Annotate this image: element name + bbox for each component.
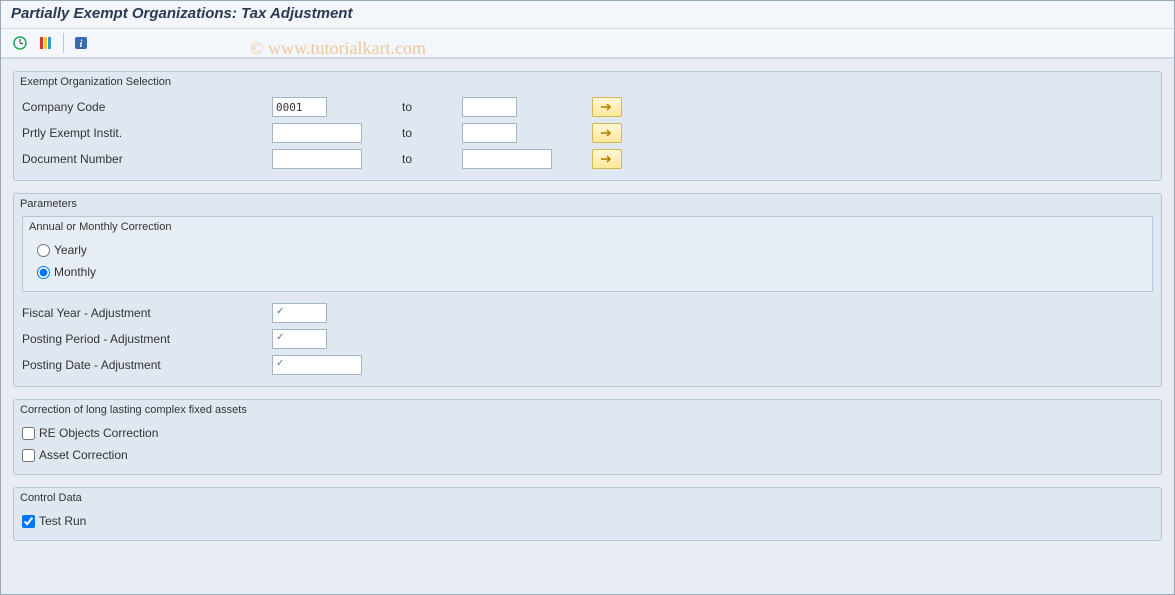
row-fiscal-year: Fiscal Year - Adjustment ✓	[22, 300, 1153, 326]
company-code-to-input[interactable]	[462, 97, 517, 117]
label-posting-date: Posting Date - Adjustment	[22, 358, 272, 372]
radio-monthly-label: Monthly	[54, 265, 96, 279]
check-row-asset-correction: Asset Correction	[22, 444, 1153, 466]
label-posting-period: Posting Period - Adjustment	[22, 332, 272, 346]
to-label: to	[402, 126, 462, 140]
radio-row-monthly: Monthly	[31, 261, 1144, 283]
variant-button[interactable]	[35, 33, 57, 53]
doc-number-multiselect-button[interactable]	[592, 149, 622, 169]
svg-text:i: i	[80, 39, 83, 50]
info-button[interactable]: i	[70, 33, 92, 53]
company-code-multiselect-button[interactable]	[592, 97, 622, 117]
row-posting-date: Posting Date - Adjustment ✓	[22, 352, 1153, 378]
row-posting-period: Posting Period - Adjustment ✓	[22, 326, 1153, 352]
posting-date-input[interactable]	[272, 355, 362, 375]
check-row-test-run: Test Run	[22, 510, 1153, 532]
prtly-exempt-to-input[interactable]	[462, 123, 517, 143]
radio-monthly[interactable]	[37, 266, 50, 279]
group-correction-assets: Correction of long lasting complex fixed…	[13, 399, 1162, 475]
to-label: to	[402, 152, 462, 166]
variant-icon	[38, 35, 54, 51]
arrow-right-icon	[600, 154, 614, 164]
prtly-exempt-multiselect-button[interactable]	[592, 123, 622, 143]
row-company-code: Company Code to	[22, 94, 1153, 120]
label-company-code: Company Code	[22, 100, 272, 114]
radio-yearly-label: Yearly	[54, 243, 87, 257]
execute-button[interactable]	[9, 33, 31, 53]
to-label: to	[402, 100, 462, 114]
execute-icon	[12, 35, 28, 51]
arrow-right-icon	[600, 128, 614, 138]
doc-number-to-input[interactable]	[462, 149, 552, 169]
group-title: Exempt Organization Selection	[20, 76, 1153, 88]
title-bar: Partially Exempt Organizations: Tax Adju…	[1, 1, 1174, 29]
radio-yearly[interactable]	[37, 244, 50, 257]
check-row-re-objects: RE Objects Correction	[22, 422, 1153, 444]
info-icon: i	[73, 35, 89, 51]
posting-period-input[interactable]	[272, 329, 327, 349]
radio-row-yearly: Yearly	[31, 239, 1144, 261]
page-title: Partially Exempt Organizations: Tax Adju…	[11, 5, 1164, 22]
checkbox-asset-correction-label: Asset Correction	[39, 448, 128, 462]
group-title: Control Data	[20, 492, 1153, 504]
group-parameters: Parameters Annual or Monthly Correction …	[13, 193, 1162, 387]
checkbox-test-run-label: Test Run	[39, 514, 86, 528]
toolbar: i	[1, 29, 1174, 59]
row-doc-number: Document Number to	[22, 146, 1153, 172]
doc-number-from-input[interactable]	[272, 149, 362, 169]
group-title: Correction of long lasting complex fixed…	[20, 404, 1153, 416]
group-exempt-selection: Exempt Organization Selection Company Co…	[13, 71, 1162, 181]
label-fiscal-year: Fiscal Year - Adjustment	[22, 306, 272, 320]
fiscal-year-input[interactable]	[272, 303, 327, 323]
label-prtly-exempt: Prtly Exempt Instit.	[22, 126, 272, 140]
checkbox-test-run[interactable]	[22, 515, 35, 528]
group-title: Annual or Monthly Correction	[29, 221, 1144, 233]
toolbar-separator	[63, 33, 64, 53]
arrow-right-icon	[600, 102, 614, 112]
prtly-exempt-from-input[interactable]	[272, 123, 362, 143]
checkbox-re-objects-label: RE Objects Correction	[39, 426, 158, 440]
label-doc-number: Document Number	[22, 152, 272, 166]
group-annual-monthly: Annual or Monthly Correction Yearly Mont…	[22, 216, 1153, 292]
company-code-from-input[interactable]	[272, 97, 327, 117]
checkbox-asset-correction[interactable]	[22, 449, 35, 462]
group-title: Parameters	[20, 198, 1153, 210]
row-prtly-exempt: Prtly Exempt Instit. to	[22, 120, 1153, 146]
group-control-data: Control Data Test Run	[13, 487, 1162, 541]
content-area: Exempt Organization Selection Company Co…	[1, 59, 1174, 565]
checkbox-re-objects[interactable]	[22, 427, 35, 440]
